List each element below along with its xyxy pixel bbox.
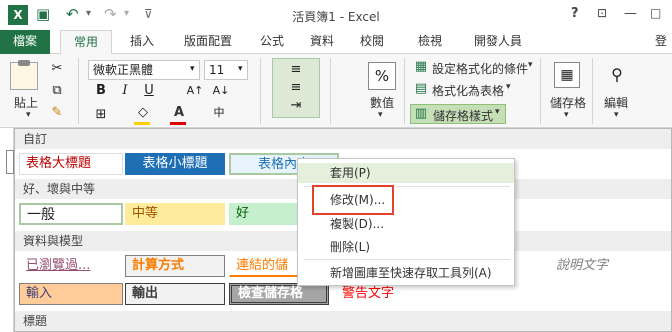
clipboard-clip-icon xyxy=(18,60,30,66)
editing-dropdown-icon[interactable]: ▾ xyxy=(614,110,619,120)
cell-styles-dropdown-icon: ▾ xyxy=(495,107,500,117)
style-neutral[interactable]: 中等 xyxy=(125,203,225,225)
binoculars-icon[interactable]: ⚲ xyxy=(604,62,630,88)
align-middle-icon[interactable]: ≡ xyxy=(287,79,305,97)
font-shrink-icon[interactable]: A↓ xyxy=(212,82,230,100)
font-size-value: 11 xyxy=(209,63,225,77)
group-divider xyxy=(330,58,331,124)
font-size-dropdown-icon[interactable]: ▾ xyxy=(238,64,243,74)
number-group-label[interactable]: 數值 xyxy=(370,94,394,111)
copy-icon[interactable]: ⧉ xyxy=(48,82,66,100)
font-name-field[interactable]: 微軟正黑體 xyxy=(88,60,200,80)
align-center-icon[interactable]: ≡ xyxy=(287,61,305,79)
style-explanatory-text[interactable]: 說明文字 xyxy=(549,255,639,277)
conditional-formatting-dropdown-icon[interactable]: ▾ xyxy=(528,60,533,70)
italic-button[interactable]: I xyxy=(116,82,134,100)
editing-group-label[interactable]: 編輯 xyxy=(604,94,628,111)
format-table-icon: ▤ xyxy=(414,81,428,96)
ribbon-display-icon[interactable]: ⊡ xyxy=(597,6,607,20)
group-divider xyxy=(540,58,541,124)
maximize-icon[interactable]: □ xyxy=(650,6,661,20)
conditional-format-icon: ▦ xyxy=(414,59,428,74)
ribbon-tab-bar: 檔案 常用 插入 版面配置 公式 資料 校閱 檢視 開發人員 登 xyxy=(0,30,672,55)
menu-item-delete[interactable]: 刪除(L) xyxy=(298,237,514,257)
tab-data[interactable]: 資料 xyxy=(302,30,342,54)
font-color-icon[interactable]: A xyxy=(170,104,188,122)
cell-styles-button[interactable]: ▥ 儲存格樣式 ▾ xyxy=(410,104,506,124)
style-table-large-title[interactable]: 表格大標題 xyxy=(19,153,123,175)
paste-dropdown-icon[interactable]: ▾ xyxy=(26,110,31,120)
menu-item-add-to-qat[interactable]: 新增圖庫至快速存取工具列(A) xyxy=(298,263,514,283)
style-calculation[interactable]: 計算方式 xyxy=(125,255,225,277)
style-good[interactable]: 好 xyxy=(229,203,299,225)
bold-button[interactable]: B xyxy=(92,82,110,100)
style-normal[interactable]: 一般 xyxy=(19,203,123,225)
help-icon[interactable]: ? xyxy=(571,6,579,21)
underline-button[interactable]: U xyxy=(140,82,158,100)
phonetic-icon[interactable]: 中 xyxy=(210,104,228,122)
style-linked-cell[interactable]: 連結的儲 xyxy=(229,255,299,277)
sign-in-link[interactable]: 登 xyxy=(655,30,672,54)
minimize-icon[interactable]: — xyxy=(624,6,637,21)
menu-item-duplicate[interactable]: 複製(D)... xyxy=(298,214,514,234)
group-divider xyxy=(78,58,79,124)
font-name-value: 微軟正黑體 xyxy=(93,63,154,77)
menu-item-apply[interactable]: 套用(P) xyxy=(298,163,514,183)
group-divider xyxy=(404,58,405,124)
fill-color-icon[interactable]: ◇ xyxy=(134,104,152,122)
name-box-edge xyxy=(6,150,14,174)
section-header-custom: 自訂 xyxy=(15,129,671,149)
highlight-box xyxy=(312,185,394,215)
format-as-table-dropdown-icon[interactable]: ▾ xyxy=(506,82,511,92)
tab-formulas[interactable]: 公式 xyxy=(252,30,292,54)
cells-icon[interactable]: ▦ xyxy=(554,62,580,88)
tab-insert[interactable]: 插入 xyxy=(122,30,162,54)
group-divider xyxy=(260,58,261,124)
style-output[interactable]: 輸出 xyxy=(125,283,225,305)
paste-button-label[interactable]: 貼上 xyxy=(14,94,38,111)
style-table-small-title[interactable]: 表格小標題 xyxy=(125,153,225,175)
cells-dropdown-icon[interactable]: ▾ xyxy=(564,110,569,120)
style-check-cell[interactable]: 檢查儲存格 xyxy=(229,283,329,305)
cells-group-label[interactable]: 儲存格 xyxy=(550,94,586,111)
number-dropdown-icon[interactable]: ▾ xyxy=(378,110,383,120)
title-bar: X ▣ ↶ ▾ ↷ ▾ ⊽ 活頁簿1 - Excel ? ⊡ — □ xyxy=(0,0,672,30)
cell-styles-label: 儲存格樣式 xyxy=(433,109,494,123)
tab-review[interactable]: 校閱 xyxy=(352,30,392,54)
context-menu: 套用(P) 修改(M)... 複製(D)... 刪除(L) 新增圖庫至快速存取工… xyxy=(297,158,515,286)
percent-icon[interactable]: % xyxy=(368,62,396,90)
border-icon[interactable]: ⊞ xyxy=(92,106,110,124)
paste-icon[interactable] xyxy=(10,60,38,90)
style-followed-hyperlink[interactable]: 已瀏覽過... xyxy=(19,255,123,277)
menu-separator xyxy=(304,259,510,260)
tab-home[interactable]: 常用 xyxy=(60,30,112,55)
cell-styles-icon: ▥ xyxy=(414,106,428,121)
format-as-table-button[interactable]: 格式化為表格 xyxy=(432,82,504,99)
font-name-dropdown-icon[interactable]: ▾ xyxy=(190,64,195,74)
cut-icon[interactable]: ✂ xyxy=(48,60,66,78)
indent-icon[interactable]: ⇥ xyxy=(287,97,305,115)
style-warning-text[interactable]: 警告文字 xyxy=(335,283,425,305)
style-input[interactable]: 輸入 xyxy=(19,283,123,305)
group-divider xyxy=(592,58,593,124)
font-grow-icon[interactable]: A↑ xyxy=(186,82,204,100)
fill-color-swatch xyxy=(134,122,150,125)
tab-developer[interactable]: 開發人員 xyxy=(462,30,534,54)
section-header-titles: 標題 xyxy=(15,311,671,331)
ribbon: 貼上 ▾ ✂ ⧉ ✎ 微軟正黑體 ▾ 11 ▾ B I U A↑ A↓ ⊞ ◇ … xyxy=(0,54,672,128)
conditional-formatting-button[interactable]: 設定格式化的條件 xyxy=(432,60,528,77)
font-color-swatch xyxy=(170,122,186,125)
format-painter-icon[interactable]: ✎ xyxy=(48,104,66,122)
tab-page-layout[interactable]: 版面配置 xyxy=(172,30,244,54)
alignment-group[interactable]: ≡ ≡ ⇥ xyxy=(272,58,320,118)
tab-file[interactable]: 檔案 xyxy=(0,30,50,54)
tab-view[interactable]: 檢視 xyxy=(410,30,450,54)
